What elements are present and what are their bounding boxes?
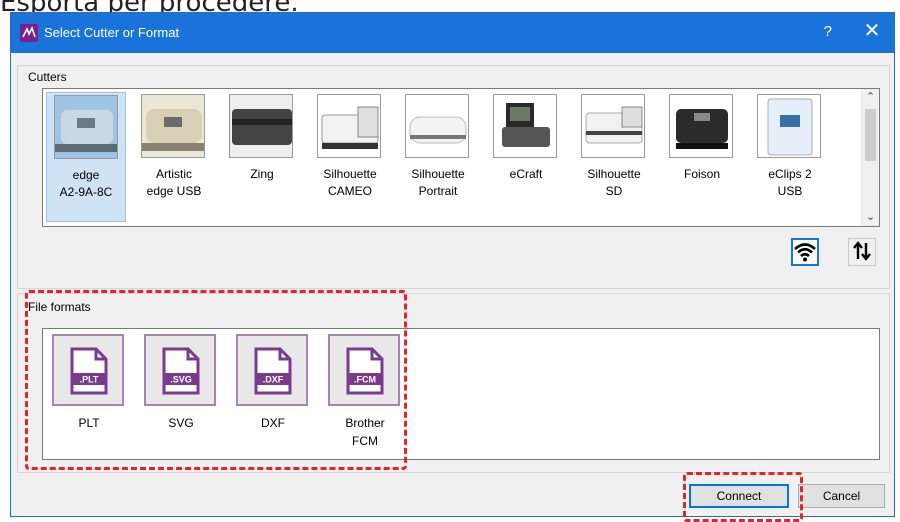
file-formats-group-label: File formats: [28, 300, 91, 314]
file-format-item[interactable]: .PLT PLT: [47, 332, 131, 462]
cutter-thumbnail: [405, 94, 469, 158]
cutters-scrollbar[interactable]: ⌃ ⌄: [861, 89, 879, 226]
title-bar: Select Cutter or Format ? ✕: [11, 13, 894, 53]
cutter-item[interactable]: Artistic edge USB: [134, 92, 214, 222]
format-icon-text: .SVG: [170, 375, 192, 385]
scroll-down-icon[interactable]: ⌄: [862, 209, 879, 226]
cutter-label: Silhouette CAMEO: [323, 167, 377, 198]
file-format-item[interactable]: .FCM Brother FCM: [323, 332, 407, 462]
cutter-thumbnail: [141, 94, 205, 158]
cutter-thumbnail: [669, 94, 733, 158]
cutter-label: Silhouette Portrait: [411, 167, 465, 198]
cutter-item[interactable]: Silhouette Portrait: [398, 92, 478, 222]
cutter-label: Zing: [250, 167, 274, 181]
cutters-list[interactable]: edge A2-9A-8C Artistic edge USB Zing Silhou…: [42, 88, 880, 227]
wifi-button[interactable]: [791, 238, 819, 266]
cutter-thumbnail: [757, 94, 821, 158]
cutter-item[interactable]: eCraft: [486, 92, 566, 222]
format-icon-text: .PLT: [80, 375, 99, 385]
cutter-label: Silhouette SD: [587, 167, 641, 198]
cutter-label: eClips 2 USB: [768, 167, 812, 198]
cutter-item[interactable]: eClips 2 USB: [750, 92, 830, 222]
file-format-label: SVG: [168, 416, 194, 430]
scroll-thumb[interactable]: [865, 109, 876, 161]
app-logo-icon: [20, 24, 38, 42]
file-document-icon: .DXF: [236, 334, 308, 406]
close-button[interactable]: ✕: [860, 19, 884, 43]
file-format-label: PLT: [78, 416, 100, 430]
cutters-group-label: Cutters: [28, 70, 67, 84]
cutter-thumbnail: [317, 94, 381, 158]
cutter-item[interactable]: Foison: [662, 92, 742, 222]
cutter-item[interactable]: edge A2-9A-8C: [46, 92, 126, 222]
cutter-label: Foison: [683, 167, 721, 181]
file-format-label: DXF: [261, 416, 285, 430]
file-document-icon: .PLT: [52, 334, 124, 406]
format-icon-text: .DXF: [263, 375, 284, 385]
file-format-label: Brother FCM: [345, 416, 385, 448]
file-format-item[interactable]: .SVG SVG: [139, 332, 223, 462]
cutter-item[interactable]: Silhouette SD: [574, 92, 654, 222]
help-button[interactable]: ?: [824, 23, 832, 40]
file-document-icon: .SVG: [144, 334, 216, 406]
cutter-item[interactable]: Silhouette CAMEO: [310, 92, 390, 222]
cutters-group: Cutters edge A2-9A-8C Artistic edge USB Zi…: [17, 65, 890, 289]
swap-arrows-button[interactable]: [848, 238, 876, 266]
cutter-label: edge A2-9A-8C: [59, 168, 113, 199]
cutter-thumbnail: [54, 95, 118, 159]
cancel-button[interactable]: Cancel: [798, 484, 885, 508]
file-format-item[interactable]: .DXF DXF: [231, 332, 315, 462]
file-formats-group: File formats .PLT PLT .SVG SVG .DXF DXF .FCM Br…: [17, 293, 890, 473]
dialog-title: Select Cutter or Format: [44, 25, 180, 40]
wifi-icon: [794, 243, 816, 262]
cutter-label: eCraft: [509, 167, 543, 181]
select-cutter-dialog: Select Cutter or Format ? ✕ Cutters edge…: [10, 12, 895, 522]
cutter-thumbnail: [229, 94, 293, 158]
cutter-item[interactable]: Zing: [222, 92, 302, 222]
format-icon-text: .FCM: [354, 375, 376, 385]
connect-button[interactable]: Connect: [689, 484, 789, 508]
cutter-label: Artistic edge USB: [146, 167, 202, 198]
cutter-thumbnail: [493, 94, 557, 158]
file-formats-list[interactable]: .PLT PLT .SVG SVG .DXF DXF .FCM Brother FCM: [42, 328, 880, 460]
cutter-thumbnail: [581, 94, 645, 158]
file-document-icon: .FCM: [328, 334, 400, 406]
scroll-up-icon[interactable]: ⌃: [862, 89, 879, 106]
swap-arrows-icon: [853, 241, 871, 261]
